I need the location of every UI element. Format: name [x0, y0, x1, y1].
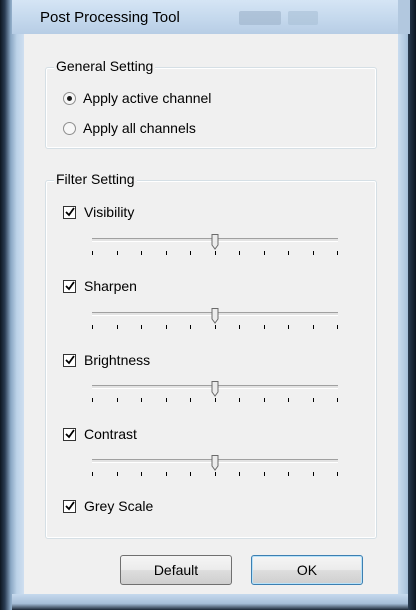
radio-apply-active-channel[interactable]: Apply active channel: [63, 90, 211, 106]
slider-tick: [141, 251, 142, 255]
window-title: Post Processing Tool: [40, 9, 180, 26]
slider-tick: [190, 472, 191, 476]
contrast-slider[interactable]: [92, 455, 338, 483]
window-frame-left: [0, 0, 24, 610]
slider-tick: [264, 251, 265, 255]
radio-indicator[interactable]: [63, 121, 76, 135]
slider-tick: [215, 251, 216, 255]
sharpen-slider[interactable]: [92, 308, 338, 336]
checkbox-label: Brightness: [84, 352, 151, 368]
checkbox-indicator[interactable]: [63, 353, 76, 367]
titlebar-edge: [398, 0, 410, 34]
general-setting-group: General Setting: [45, 58, 377, 149]
slider-tick: [141, 472, 142, 476]
slider-tick: [215, 398, 216, 402]
titlebar-blur-shape: [288, 11, 318, 25]
slider-tick: [141, 398, 142, 402]
slider-thumb[interactable]: [211, 234, 219, 250]
slider-tick: [92, 325, 93, 329]
slider-tick: [166, 325, 167, 329]
checkmark-icon: [64, 501, 75, 511]
radio-indicator[interactable]: [63, 91, 76, 105]
slider-tick: [288, 325, 289, 329]
checkbox-indicator[interactable]: [63, 205, 76, 219]
general-setting-label: General Setting: [54, 58, 156, 74]
checkmark-icon: [64, 429, 75, 439]
checkbox-visibility[interactable]: Visibility: [63, 204, 134, 220]
default-button[interactable]: Default: [120, 555, 232, 585]
slider-tick: [288, 472, 289, 476]
slider-tick: [313, 325, 314, 329]
window-frame-bottom: [12, 594, 408, 610]
slider-tick: [288, 251, 289, 255]
slider-tick: [337, 472, 338, 476]
slider-tick: [337, 398, 338, 402]
checkbox-indicator[interactable]: [63, 427, 76, 441]
titlebar-blur-shape: [239, 11, 281, 25]
checkbox-grey-scale[interactable]: Grey Scale: [63, 498, 153, 514]
slider-tick: [288, 398, 289, 402]
radio-label: Apply all channels: [83, 120, 196, 136]
slider-tick: [92, 398, 93, 402]
slider-tick: [92, 251, 93, 255]
slider-thumb[interactable]: [211, 308, 219, 324]
checkbox-brightness[interactable]: Brightness: [63, 352, 150, 368]
checkbox-sharpen[interactable]: Sharpen: [63, 278, 137, 294]
slider-tick: [313, 251, 314, 255]
checkmark-icon: [64, 355, 75, 365]
slider-tick: [337, 325, 338, 329]
ok-button[interactable]: OK: [251, 555, 363, 585]
slider-tick: [239, 472, 240, 476]
window-frame-right: [398, 0, 416, 610]
slider-tick: [215, 472, 216, 476]
slider-tick: [264, 325, 265, 329]
brightness-slider[interactable]: [92, 381, 338, 409]
slider-tick: [337, 251, 338, 255]
checkbox-label: Sharpen: [84, 278, 137, 294]
visibility-slider[interactable]: [92, 234, 338, 262]
slider-tick: [264, 398, 265, 402]
slider-tick: [92, 472, 93, 476]
slider-tick: [239, 325, 240, 329]
checkbox-label: Grey Scale: [84, 498, 154, 514]
radio-label: Apply active channel: [83, 90, 212, 106]
checkmark-icon: [64, 207, 75, 217]
slider-tick: [215, 325, 216, 329]
slider-thumb[interactable]: [211, 455, 219, 471]
slider-tick: [190, 398, 191, 402]
checkmark-icon: [64, 281, 75, 291]
dialog-client-area: General Setting Apply active channel App…: [24, 34, 398, 594]
slider-tick: [313, 472, 314, 476]
title-bar[interactable]: Post Processing Tool: [12, 0, 410, 34]
slider-tick: [117, 398, 118, 402]
checkbox-indicator[interactable]: [63, 279, 76, 293]
slider-thumb[interactable]: [211, 381, 219, 397]
slider-tick: [166, 251, 167, 255]
radio-apply-all-channels[interactable]: Apply all channels: [63, 120, 196, 136]
post-processing-window: Post Processing Tool General Setting App…: [0, 0, 416, 610]
checkbox-label: Visibility: [84, 204, 135, 220]
slider-tick: [117, 325, 118, 329]
slider-tick: [166, 398, 167, 402]
slider-tick: [141, 325, 142, 329]
slider-tick: [313, 398, 314, 402]
slider-tick: [239, 398, 240, 402]
slider-tick: [190, 251, 191, 255]
checkbox-label: Contrast: [84, 426, 137, 442]
slider-tick: [239, 251, 240, 255]
slider-tick: [190, 325, 191, 329]
slider-tick: [117, 472, 118, 476]
slider-tick: [264, 472, 265, 476]
slider-tick: [117, 251, 118, 255]
checkbox-contrast[interactable]: Contrast: [63, 426, 137, 442]
filter-setting-label: Filter Setting: [54, 171, 137, 187]
checkbox-indicator[interactable]: [63, 499, 76, 513]
slider-tick: [166, 472, 167, 476]
